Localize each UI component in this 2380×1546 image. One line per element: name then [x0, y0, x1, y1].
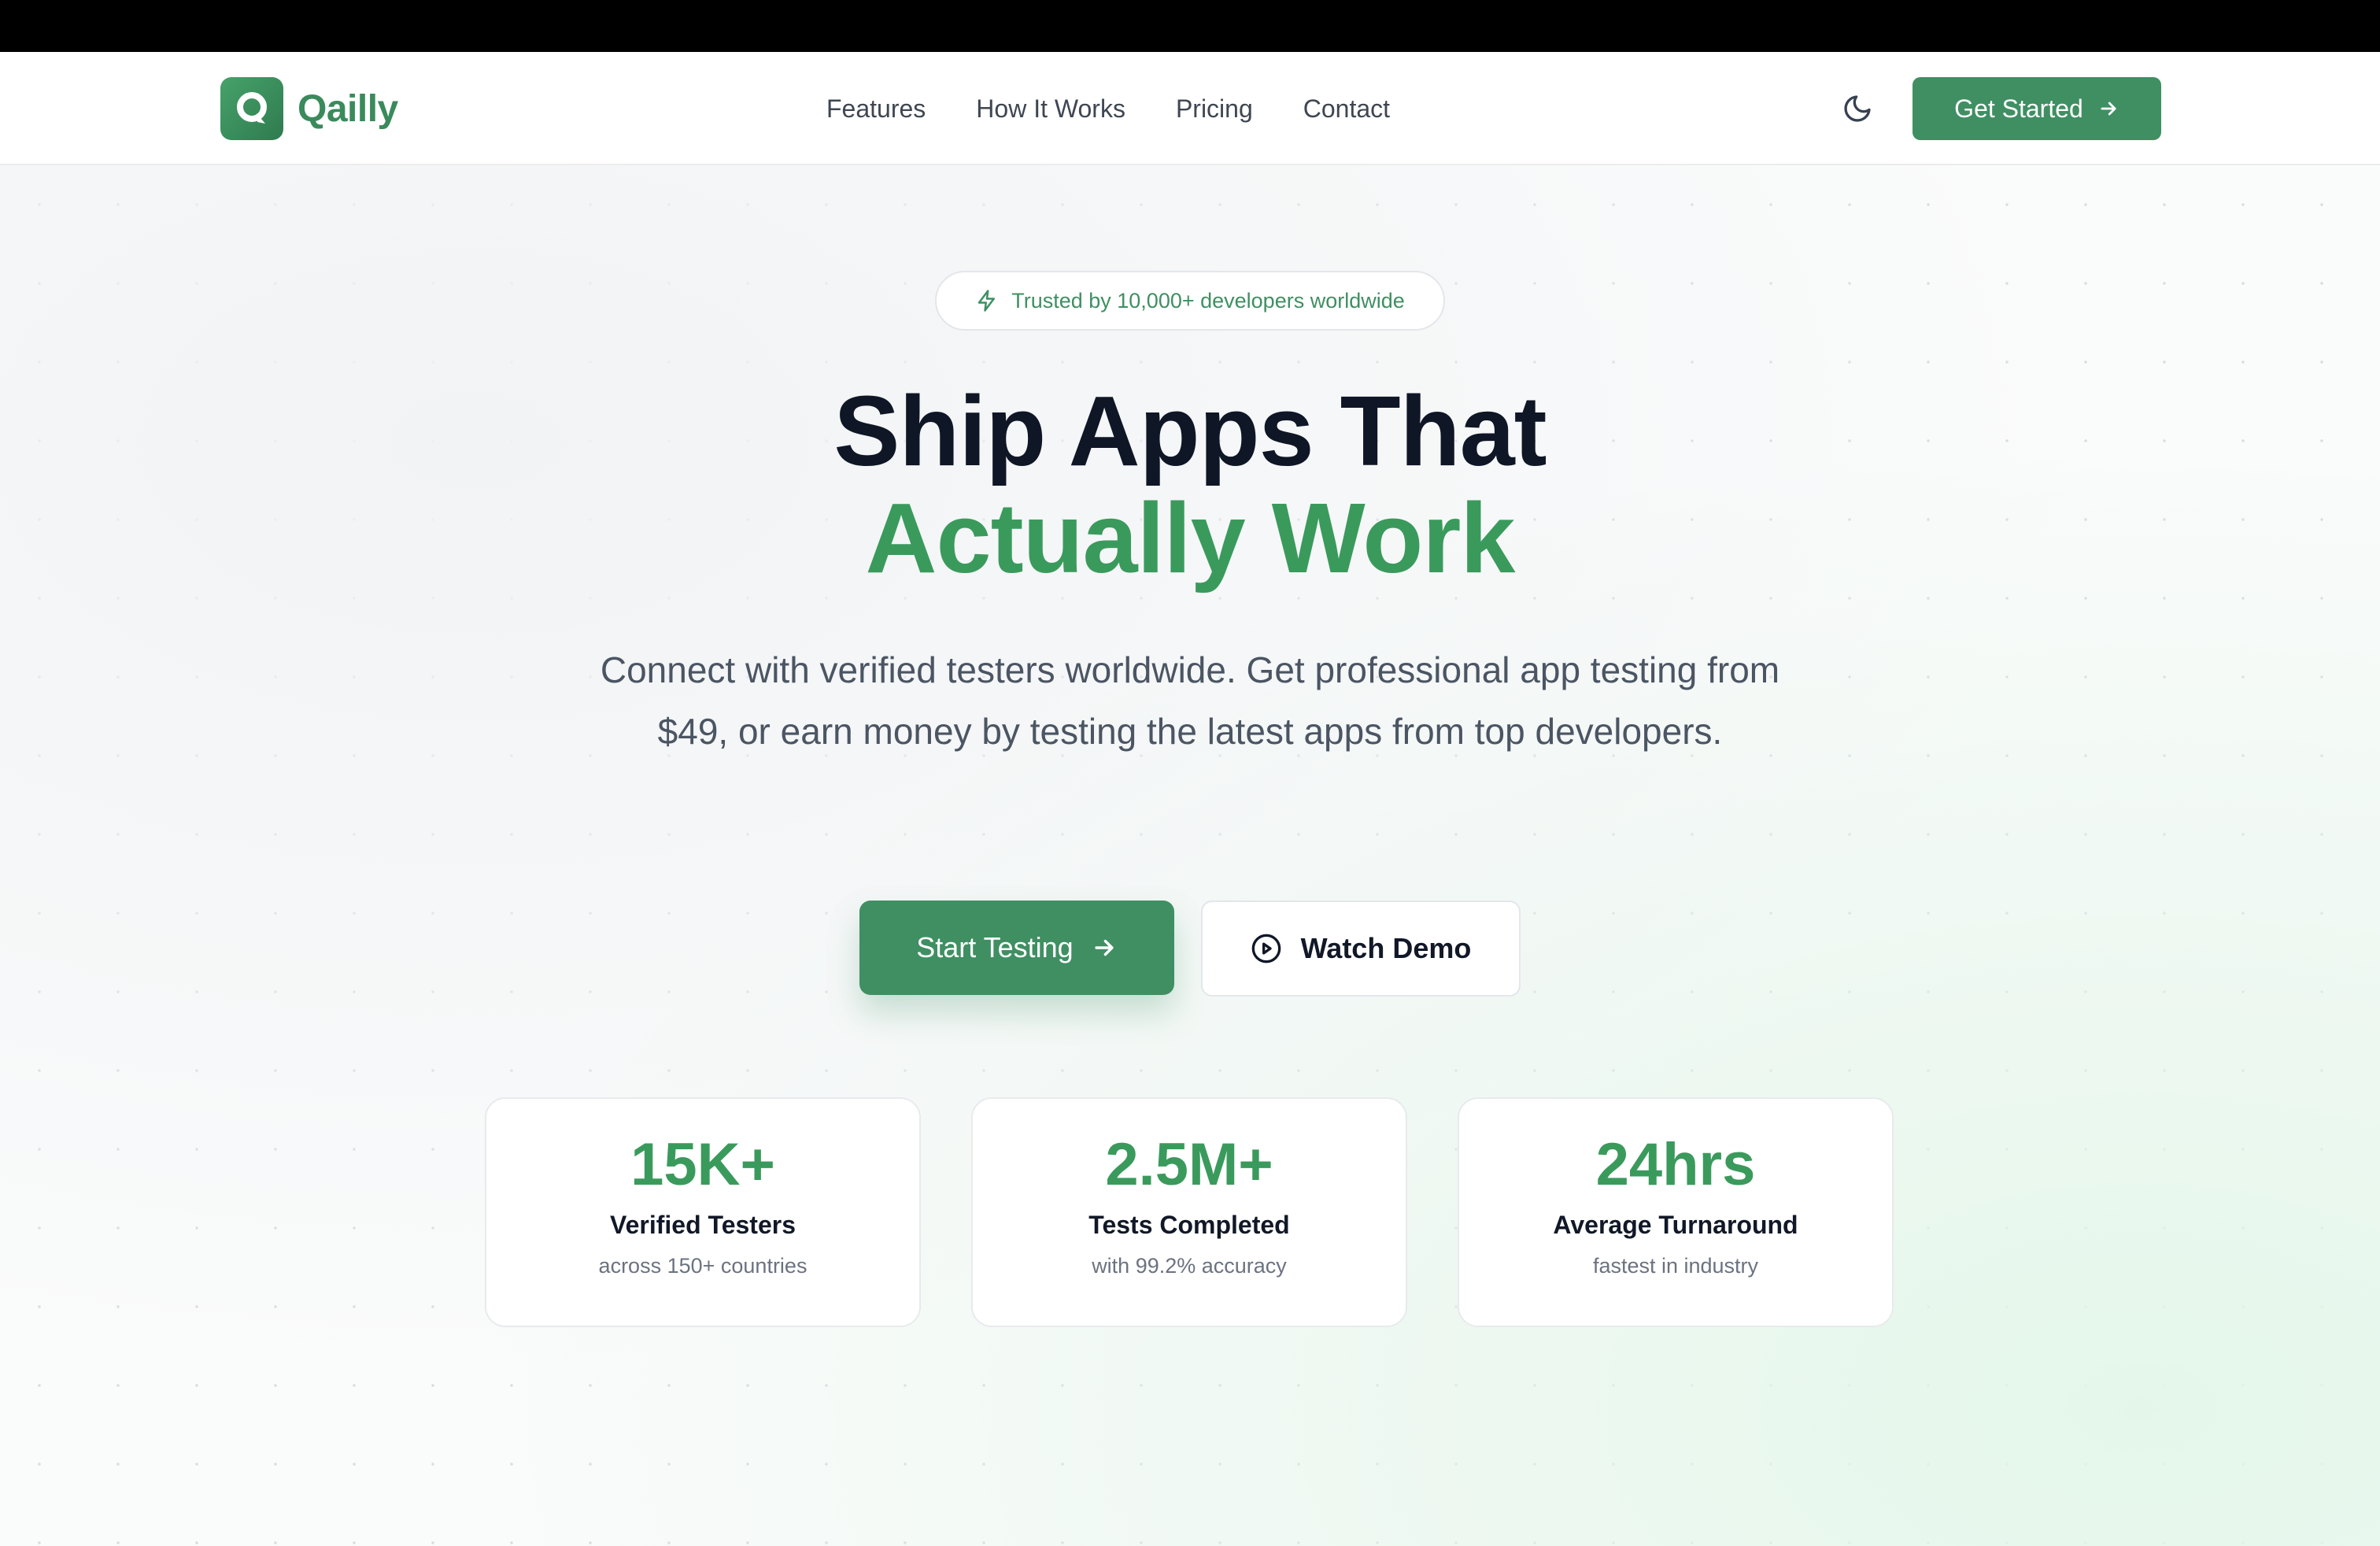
stat-card-testers: 15K+ Verified Testers across 150+ countr… [485, 1097, 921, 1327]
nav-link-pricing[interactable]: Pricing [1176, 91, 1253, 126]
stat-card-tests: 2.5M+ Tests Completed with 99.2% accurac… [971, 1097, 1407, 1327]
nav-links: Features How It Works Pricing Contact [826, 91, 1440, 126]
navbar: Qailly Features How It Works Pricing Con… [0, 52, 2380, 165]
stats-row: 15K+ Verified Testers across 150+ countr… [485, 1097, 1944, 1327]
nav-link-how-it-works[interactable]: How It Works [976, 91, 1125, 126]
theme-toggle-button[interactable] [1839, 90, 1876, 128]
stat-label: Verified Testers [610, 1211, 796, 1239]
start-testing-button[interactable]: Start Testing [859, 901, 1174, 995]
stat-label: Tests Completed [1088, 1211, 1290, 1239]
hero-headline: Ship Apps That Actually Work [0, 378, 2380, 592]
watch-demo-label: Watch Demo [1300, 932, 1472, 964]
get-started-label: Get Started [1954, 94, 2083, 123]
logo[interactable]: Qailly [220, 77, 398, 140]
nav-link-contact[interactable]: Contact [1303, 91, 1390, 126]
stat-subtext: across 150+ countries [598, 1254, 808, 1278]
watch-demo-button[interactable]: Watch Demo [1201, 901, 1521, 997]
stat-label: Average Turnaround [1553, 1211, 1798, 1239]
headline-line-2: Actually Work [865, 483, 1516, 594]
stat-card-turnaround: 24hrs Average Turnaround fastest in indu… [1458, 1097, 1894, 1327]
logo-icon [220, 77, 283, 140]
trust-badge-text: Trusted by 10,000+ developers worldwide [1011, 288, 1405, 313]
start-testing-label: Start Testing [916, 931, 1074, 963]
moon-icon [1844, 95, 1871, 122]
browser-top-bar [0, 0, 2380, 52]
hero-section: Trusted by 10,000+ developers worldwide … [0, 165, 2380, 1546]
play-circle-icon [1251, 934, 1281, 963]
stat-value: 15K+ [630, 1131, 775, 1198]
lightning-icon [978, 290, 996, 312]
stat-subtext: fastest in industry [1592, 1254, 1759, 1278]
nav-link-features[interactable]: Features [826, 91, 926, 126]
arrow-right-icon [1095, 939, 1114, 956]
headline-line-1: Ship Apps That [833, 375, 1547, 486]
stat-value: 2.5M+ [1105, 1131, 1273, 1198]
brand-name: Qailly [298, 87, 398, 130]
arrow-right-icon [2101, 102, 2116, 116]
stat-subtext: with 99.2% accuracy [1092, 1254, 1287, 1278]
hero-subtitle: Connect with verified testers worldwide.… [600, 649, 1780, 752]
stat-value: 24hrs [1595, 1131, 1756, 1198]
get-started-button[interactable]: Get Started [1913, 77, 2161, 140]
trust-badge: Trusted by 10,000+ developers worldwide [935, 271, 1445, 331]
